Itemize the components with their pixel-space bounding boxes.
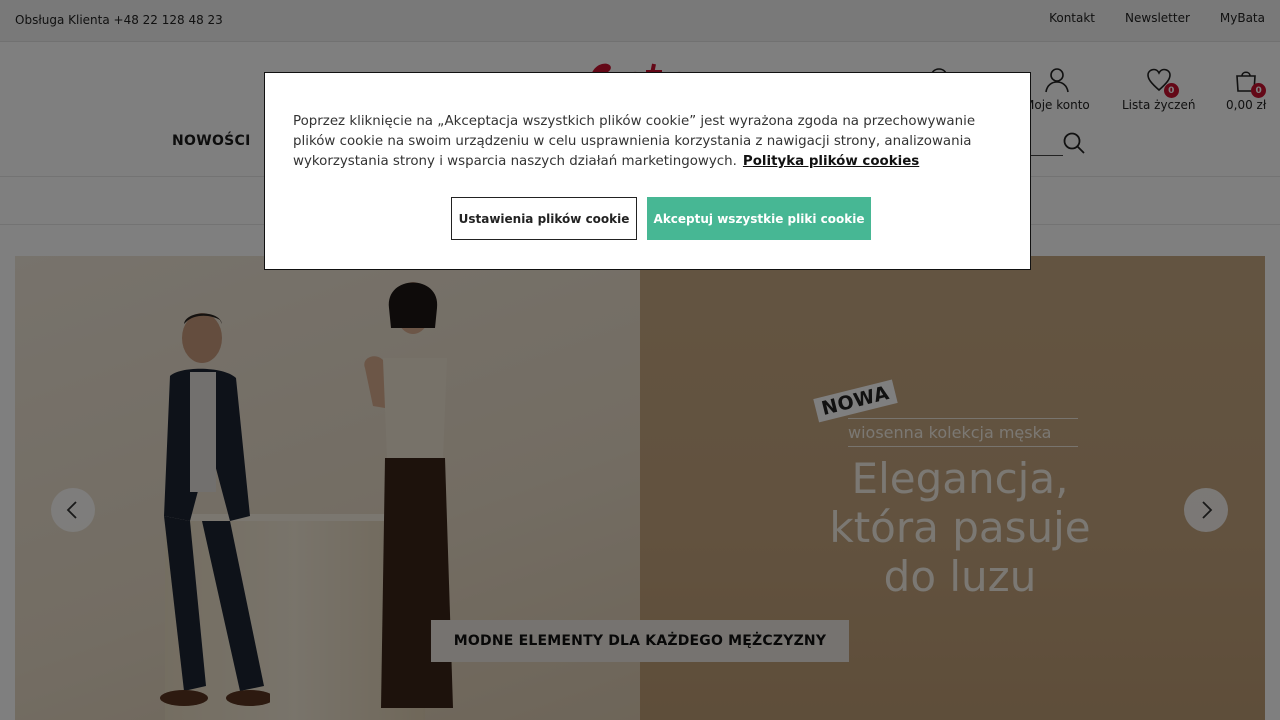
cookie-consent-text: Poprzez kliknięcie na „Akceptacja wszyst… xyxy=(293,112,993,172)
cookie-settings-button[interactable]: Ustawienia plików cookie xyxy=(451,197,637,240)
cookie-policy-link[interactable]: Polityka plików cookies xyxy=(743,154,919,169)
accept-all-cookies-button[interactable]: Akceptuj wszystkie pliki cookie xyxy=(647,197,871,240)
cookie-consent-dialog: Poprzez kliknięcie na „Akceptacja wszyst… xyxy=(264,72,1031,270)
